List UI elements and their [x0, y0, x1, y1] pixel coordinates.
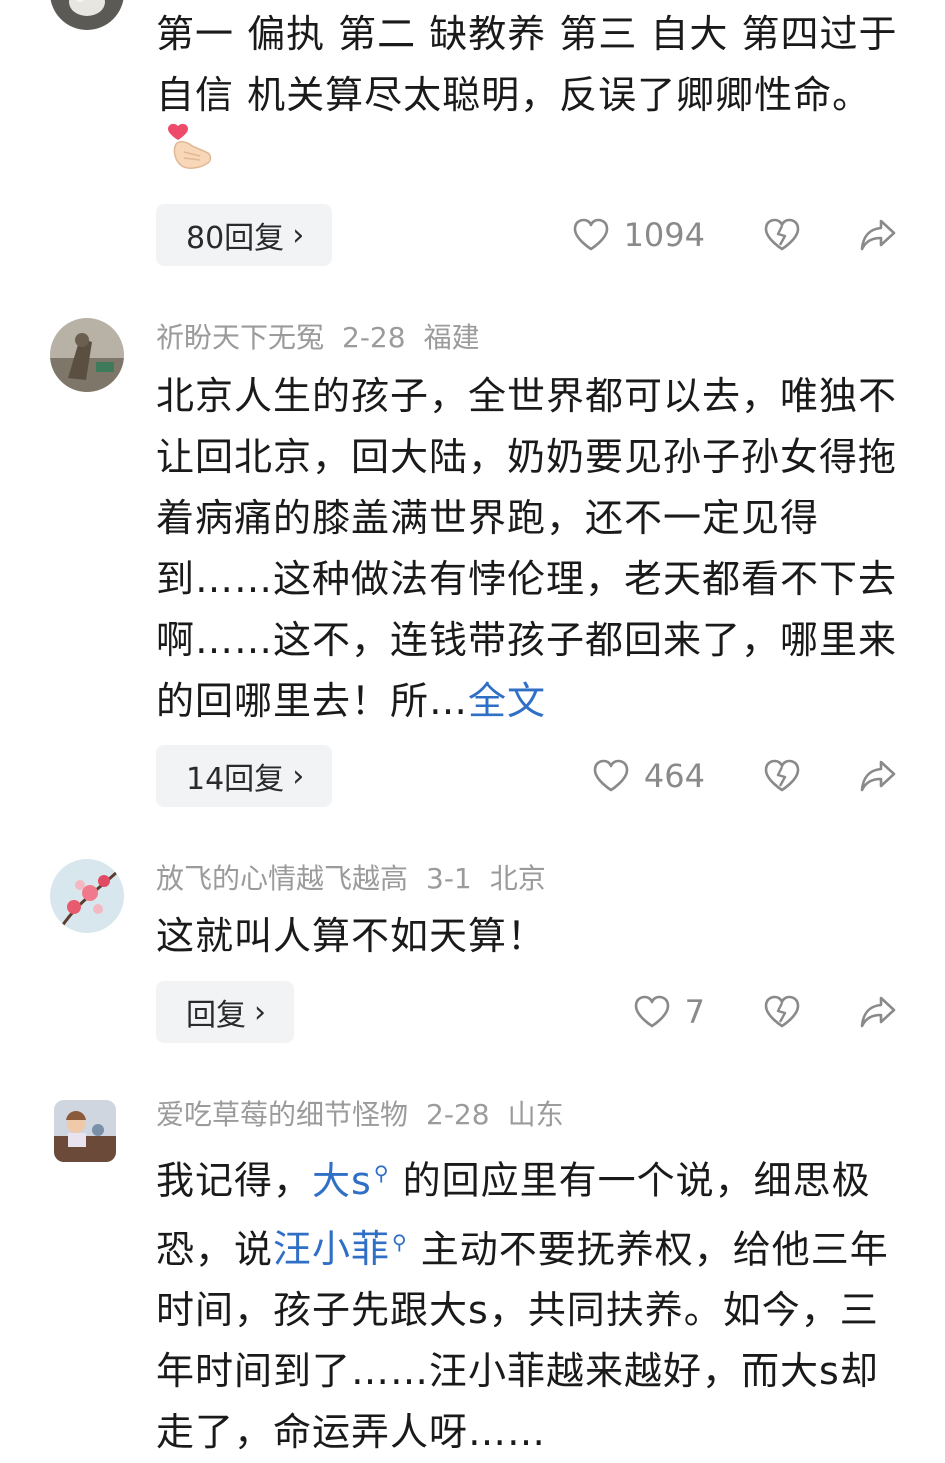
comment-date: 3-1 — [426, 862, 472, 895]
broken-heart-icon — [764, 759, 800, 792]
dislike-button[interactable] — [763, 759, 801, 793]
username[interactable]: 祈盼天下无冤 — [156, 321, 324, 354]
avatar[interactable] — [50, 0, 124, 30]
topic-link-dasy[interactable]: 大s ⚲ — [312, 1159, 389, 1203]
search-icon: ⚲ — [373, 1161, 390, 1185]
like-button[interactable]: 1094 — [572, 216, 705, 254]
comment-text: 我记得，大s ⚲ 的回应里有一个说，细思极恐，说汪小菲 ⚲ 主动不要抚养权，给他三年… — [156, 1158, 889, 1455]
like-button[interactable]: 7 — [633, 993, 705, 1031]
like-button[interactable]: 464 — [592, 757, 705, 795]
like-count: 464 — [643, 757, 705, 795]
broken-heart-icon — [764, 995, 800, 1028]
heart-outline-icon — [634, 995, 669, 1028]
like-count: 7 — [684, 993, 705, 1031]
broken-heart-icon — [764, 218, 800, 251]
heart-outline-icon — [593, 759, 629, 792]
comment-date: 2-28 — [426, 1098, 490, 1131]
reply-label: 14回复 — [186, 762, 285, 797]
reply-label: 80回复 — [186, 221, 285, 256]
comment-date: 2-28 — [342, 321, 406, 354]
avatar[interactable] — [50, 859, 124, 933]
comment-meta: 爱吃草莓的细节怪物 2-28 山东 — [156, 1101, 582, 1129]
comment-location: 山东 — [507, 1098, 564, 1131]
like-count: 1094 — [623, 216, 705, 254]
reply-button[interactable]: 14回复 › — [156, 745, 333, 807]
chevron-right-icon: › — [292, 217, 305, 253]
comment-location: 福建 — [423, 321, 480, 354]
search-icon: ⚲ — [392, 1229, 408, 1254]
share-button[interactable] — [859, 759, 897, 793]
reply-label: 回复 — [186, 998, 246, 1033]
comment-actions: 1094 — [572, 204, 897, 266]
heart-outline-icon — [573, 218, 608, 251]
avatar[interactable] — [50, 318, 124, 392]
comment-actions: 464 — [592, 745, 897, 807]
share-button[interactable] — [859, 995, 897, 1029]
reply-button[interactable]: 回复 › — [156, 981, 294, 1043]
comment-actions: 7 — [633, 981, 897, 1043]
share-button[interactable] — [859, 218, 897, 252]
avatar[interactable] — [54, 1100, 116, 1162]
comment-location: 北京 — [489, 862, 546, 895]
share-arrow-icon — [860, 996, 896, 1028]
share-arrow-icon — [860, 219, 896, 251]
heart-hands-icon — [166, 122, 216, 190]
comment-text: 北京人生的孩子，全世界都可以去，唯独不让回北京，回大陆，奶奶要见孙子孙女得拖着病… — [156, 374, 898, 723]
topic-link-wangxiaofei[interactable]: 汪小菲 ⚲ — [273, 1227, 408, 1271]
expand-full-text-link[interactable]: 全文 — [468, 679, 546, 723]
comment-text: 这就叫人算不如天算！ — [156, 914, 547, 958]
username[interactable]: 放飞的心情越飞越高 — [156, 862, 408, 895]
chevron-right-icon: › — [254, 994, 266, 1030]
comment-text: 第一 偏执 第二 缺教养 第三 自大 第四过于自信 机关算尽太聪明，反误了卿卿性… — [156, 4, 901, 194]
share-arrow-icon — [860, 760, 896, 792]
chevron-right-icon: › — [292, 758, 305, 794]
username[interactable]: 爱吃草莓的细节怪物 — [156, 1098, 408, 1131]
reply-button[interactable]: 80回复 › — [156, 204, 333, 266]
comment-meta: 祈盼天下无冤 2-28 福建 — [156, 324, 498, 352]
dislike-button[interactable] — [763, 218, 801, 252]
dislike-button[interactable] — [763, 995, 801, 1029]
comment-meta: 放飞的心情越飞越高 3-1 北京 — [156, 865, 564, 893]
